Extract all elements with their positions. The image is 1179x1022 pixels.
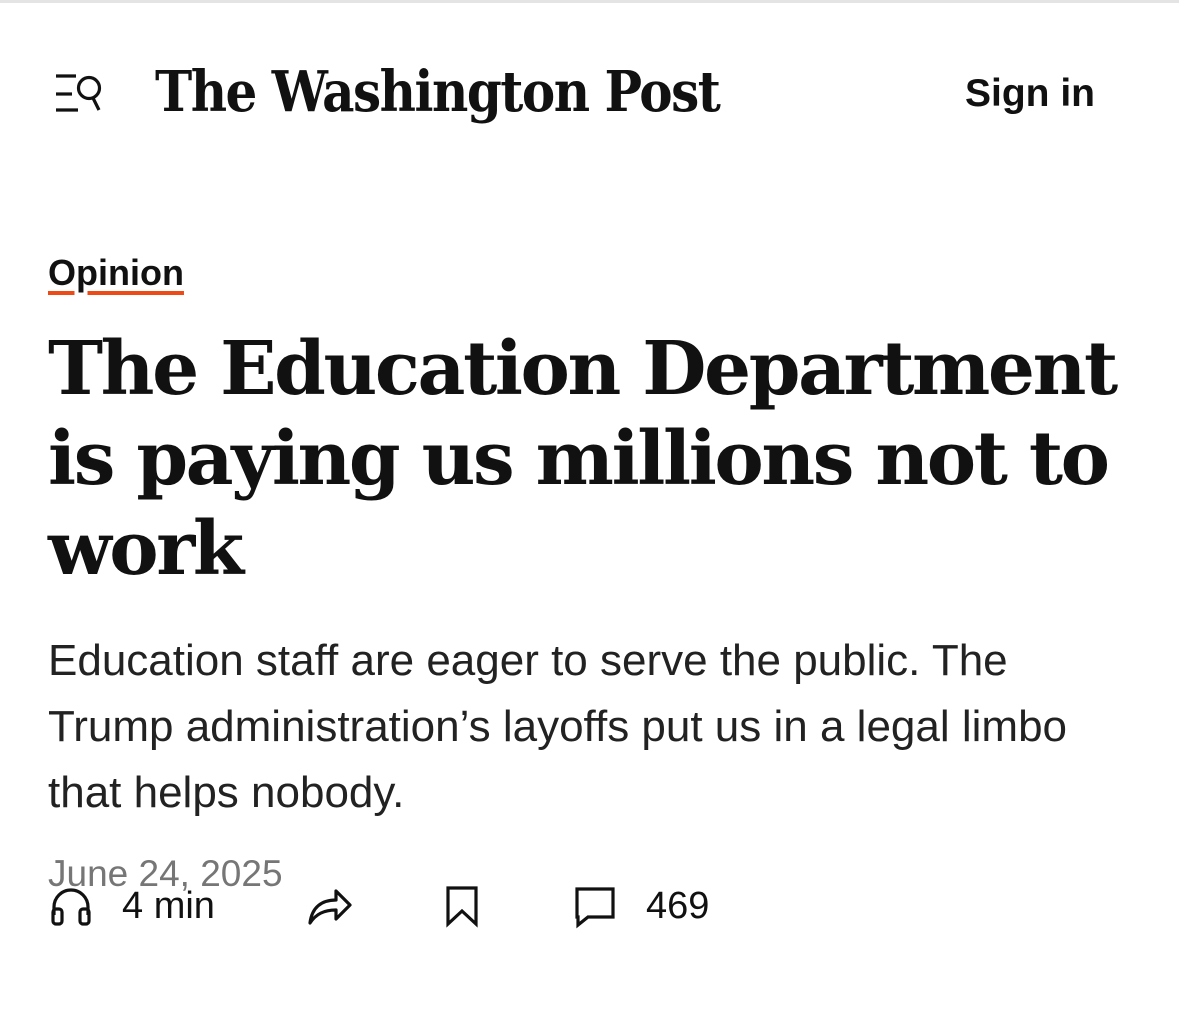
comment-count: 469 [646, 885, 710, 927]
site-header: The Washington Post Sign in [0, 0, 1179, 190]
save-button[interactable] [442, 870, 482, 942]
article-subheadline: Education staff are eager to serve the p… [48, 636, 1068, 817]
article-action-bar: 4 min 469 [48, 870, 1138, 942]
bookmark-icon [446, 886, 478, 928]
article-headline: The Education Department is paying us mi… [48, 326, 1118, 592]
comment-icon [575, 887, 615, 929]
menu-search-button[interactable] [48, 66, 108, 122]
listen-duration: 4 min [122, 885, 215, 927]
comments-button[interactable]: 469 [572, 870, 709, 942]
share-button[interactable] [304, 870, 354, 942]
sign-in-button[interactable]: Sign in [965, 70, 1095, 118]
site-logo[interactable]: The Washington Post [155, 47, 721, 137]
share-arrow-icon [308, 889, 352, 925]
menu-search-icon [56, 74, 102, 112]
listen-button[interactable]: 4 min [48, 870, 215, 942]
article-header: Opinion The Education Department is payi… [48, 250, 1138, 898]
section-label[interactable]: Opinion [48, 250, 184, 296]
headphones-icon [51, 888, 91, 926]
